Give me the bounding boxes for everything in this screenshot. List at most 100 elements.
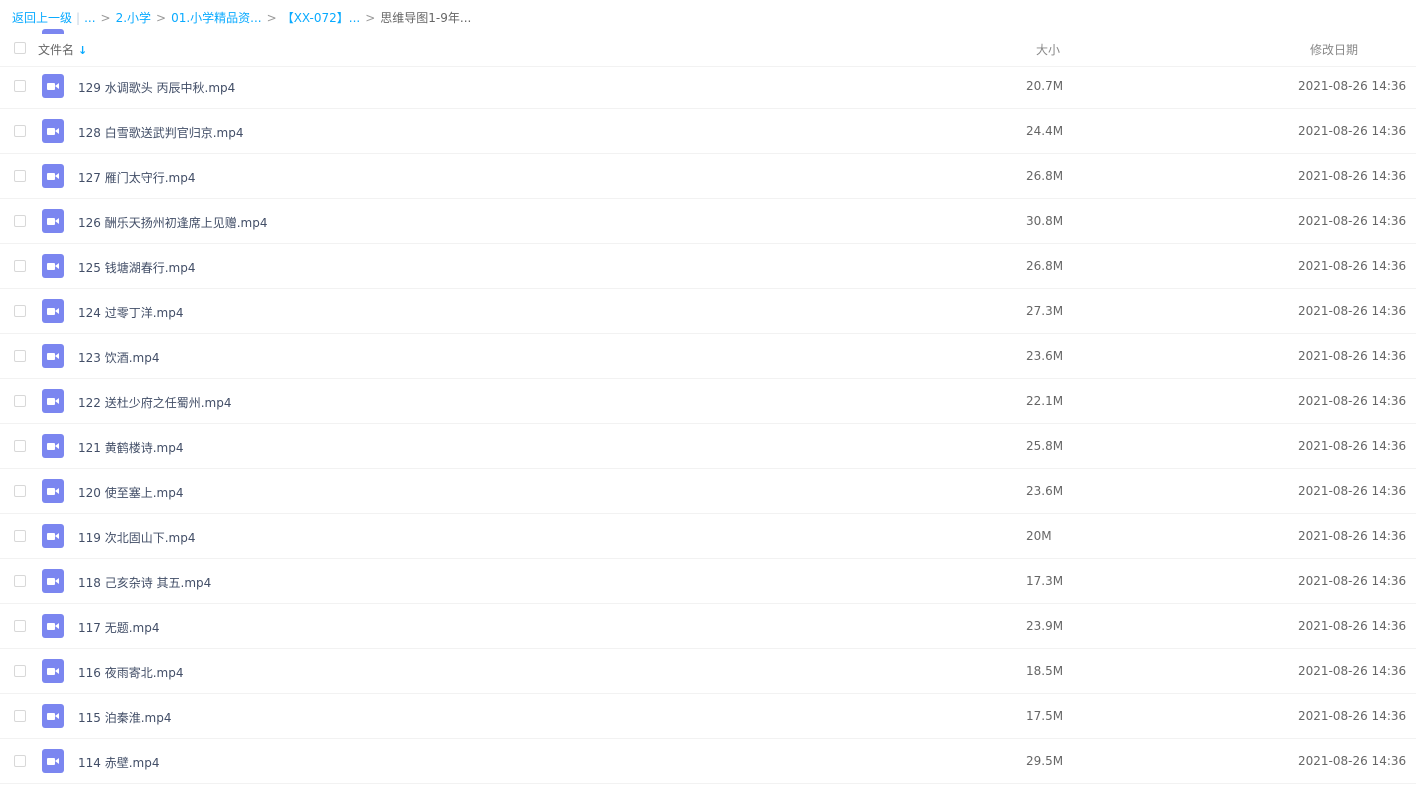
file-date: 2021-08-26 14:36 [1298, 664, 1407, 678]
file-size: 24.4M [1026, 124, 1064, 138]
file-row[interactable]: 123 饮酒.mp4 23.6M 2021-08-26 14:36 [0, 334, 1416, 379]
file-row[interactable]: 129 水调歌头 丙辰中秋.mp4 20.7M 2021-08-26 14:36 [0, 64, 1416, 109]
video-file-icon [42, 254, 64, 278]
row-checkbox[interactable] [14, 80, 26, 92]
date-column-header[interactable]: 修改日期 [1310, 41, 1358, 58]
file-row[interactable]: 114 赤壁.mp4 29.5M 2021-08-26 14:36 [0, 739, 1416, 784]
file-name[interactable]: 122 送杜少府之任蜀州.mp4 [78, 394, 231, 411]
row-checkbox[interactable] [14, 125, 26, 137]
file-date: 2021-08-26 14:36 [1298, 259, 1407, 273]
file-row[interactable]: 115 泊秦淮.mp4 17.5M 2021-08-26 14:36 [0, 694, 1416, 739]
video-file-icon [42, 614, 64, 638]
file-size: 18.5M [1026, 664, 1064, 678]
file-date: 2021-08-26 14:36 [1298, 574, 1407, 588]
file-date: 2021-08-26 14:36 [1298, 214, 1407, 228]
file-size: 25.8M [1026, 439, 1064, 453]
file-date: 2021-08-26 14:36 [1298, 439, 1407, 453]
file-row[interactable]: 127 雁门太守行.mp4 26.8M 2021-08-26 14:36 [0, 154, 1416, 199]
file-row[interactable]: 124 过零丁洋.mp4 27.3M 2021-08-26 14:36 [0, 289, 1416, 334]
file-size: 23.6M [1026, 349, 1064, 363]
file-row[interactable]: 118 己亥杂诗 其五.mp4 17.3M 2021-08-26 14:36 [0, 559, 1416, 604]
sort-by-name-button[interactable]: 文件名 ↓ [38, 41, 87, 58]
file-row[interactable]: 125 钱塘湖春行.mp4 26.8M 2021-08-26 14:36 [0, 244, 1416, 289]
video-file-icon [42, 164, 64, 188]
file-row[interactable]: 126 酬乐天扬州初逢席上见赠.mp4 30.8M 2021-08-26 14:36 [0, 199, 1416, 244]
name-column-label: 文件名 [38, 43, 75, 57]
file-row[interactable]: 116 夜雨寄北.mp4 18.5M 2021-08-26 14:36 [0, 649, 1416, 694]
file-row[interactable]: 117 无题.mp4 23.9M 2021-08-26 14:36 [0, 604, 1416, 649]
file-name[interactable]: 119 次北固山下.mp4 [78, 529, 195, 546]
row-checkbox[interactable] [14, 530, 26, 542]
file-size: 20.7M [1026, 79, 1064, 93]
row-checkbox[interactable] [14, 485, 26, 497]
file-size: 26.8M [1026, 169, 1064, 183]
file-size: 17.3M [1026, 574, 1064, 588]
row-checkbox[interactable] [14, 215, 26, 227]
file-date: 2021-08-26 14:36 [1298, 619, 1407, 633]
video-file-icon [42, 434, 64, 458]
file-name[interactable]: 124 过零丁洋.mp4 [78, 304, 183, 321]
video-file-icon [42, 569, 64, 593]
row-checkbox[interactable] [14, 575, 26, 587]
file-row[interactable]: 120 使至塞上.mp4 23.6M 2021-08-26 14:36 [0, 469, 1416, 514]
row-checkbox[interactable] [14, 260, 26, 272]
row-checkbox[interactable] [14, 755, 26, 767]
row-checkbox[interactable] [14, 305, 26, 317]
file-date: 2021-08-26 14:36 [1298, 709, 1407, 723]
video-file-icon [42, 119, 64, 143]
file-list: 130 天净沙·秋思.mp419.7M2021-08-26 14:36129 水… [0, 29, 1416, 784]
file-row[interactable]: 121 黄鹤楼诗.mp4 25.8M 2021-08-26 14:36 [0, 424, 1416, 469]
file-name[interactable]: 121 黄鹤楼诗.mp4 [78, 439, 183, 456]
row-checkbox[interactable] [14, 620, 26, 632]
arrow-down-icon: ↓ [78, 44, 88, 57]
file-date: 2021-08-26 14:36 [1298, 394, 1407, 408]
file-name[interactable]: 116 夜雨寄北.mp4 [78, 664, 183, 681]
size-column-header[interactable]: 大小 [1036, 41, 1060, 58]
file-date: 2021-08-26 14:36 [1298, 169, 1407, 183]
file-date: 2021-08-26 14:36 [1298, 529, 1407, 543]
row-checkbox[interactable] [14, 395, 26, 407]
row-checkbox[interactable] [14, 710, 26, 722]
video-file-icon [42, 749, 64, 773]
file-name[interactable]: 118 己亥杂诗 其五.mp4 [78, 574, 211, 591]
file-size: 29.5M [1026, 754, 1064, 768]
file-name[interactable]: 115 泊秦淮.mp4 [78, 709, 171, 726]
file-name[interactable]: 123 饮酒.mp4 [78, 349, 159, 366]
file-row[interactable]: 122 送杜少府之任蜀州.mp4 22.1M 2021-08-26 14:36 [0, 379, 1416, 424]
video-file-icon [42, 344, 64, 368]
file-name[interactable]: 114 赤壁.mp4 [78, 754, 159, 771]
row-checkbox[interactable] [14, 170, 26, 182]
file-name[interactable]: 129 水调歌头 丙辰中秋.mp4 [78, 79, 235, 96]
file-name[interactable]: 125 钱塘湖春行.mp4 [78, 259, 195, 276]
video-file-icon [42, 524, 64, 548]
row-checkbox[interactable] [14, 665, 26, 677]
select-all-checkbox[interactable] [14, 42, 26, 54]
file-size: 26.8M [1026, 259, 1064, 273]
file-date: 2021-08-26 14:36 [1298, 79, 1407, 93]
video-file-icon [42, 659, 64, 683]
row-checkbox[interactable] [14, 440, 26, 452]
file-size: 27.3M [1026, 304, 1064, 318]
video-file-icon [42, 209, 64, 233]
file-size: 22.1M [1026, 394, 1064, 408]
row-checkbox[interactable] [14, 350, 26, 362]
video-file-icon [42, 74, 64, 98]
file-name[interactable]: 117 无题.mp4 [78, 619, 159, 636]
file-name[interactable]: 128 白雪歌送武判官归京.mp4 [78, 124, 243, 141]
video-file-icon [42, 479, 64, 503]
file-size: 17.5M [1026, 709, 1064, 723]
file-name[interactable]: 126 酬乐天扬州初逢席上见赠.mp4 [78, 214, 267, 231]
video-file-icon [42, 704, 64, 728]
file-size: 23.9M [1026, 619, 1064, 633]
file-name[interactable]: 120 使至塞上.mp4 [78, 484, 183, 501]
file-size: 23.6M [1026, 484, 1064, 498]
file-size: 20M [1026, 529, 1052, 543]
file-row[interactable]: 119 次北固山下.mp4 20M 2021-08-26 14:36 [0, 514, 1416, 559]
video-file-icon [42, 299, 64, 323]
file-list-header: 文件名 ↓ 大小 修改日期 [0, 34, 1416, 67]
file-name[interactable]: 127 雁门太守行.mp4 [78, 169, 195, 186]
file-date: 2021-08-26 14:36 [1298, 484, 1407, 498]
video-file-icon [42, 389, 64, 413]
file-row[interactable]: 128 白雪歌送武判官归京.mp4 24.4M 2021-08-26 14:36 [0, 109, 1416, 154]
file-date: 2021-08-26 14:36 [1298, 124, 1407, 138]
